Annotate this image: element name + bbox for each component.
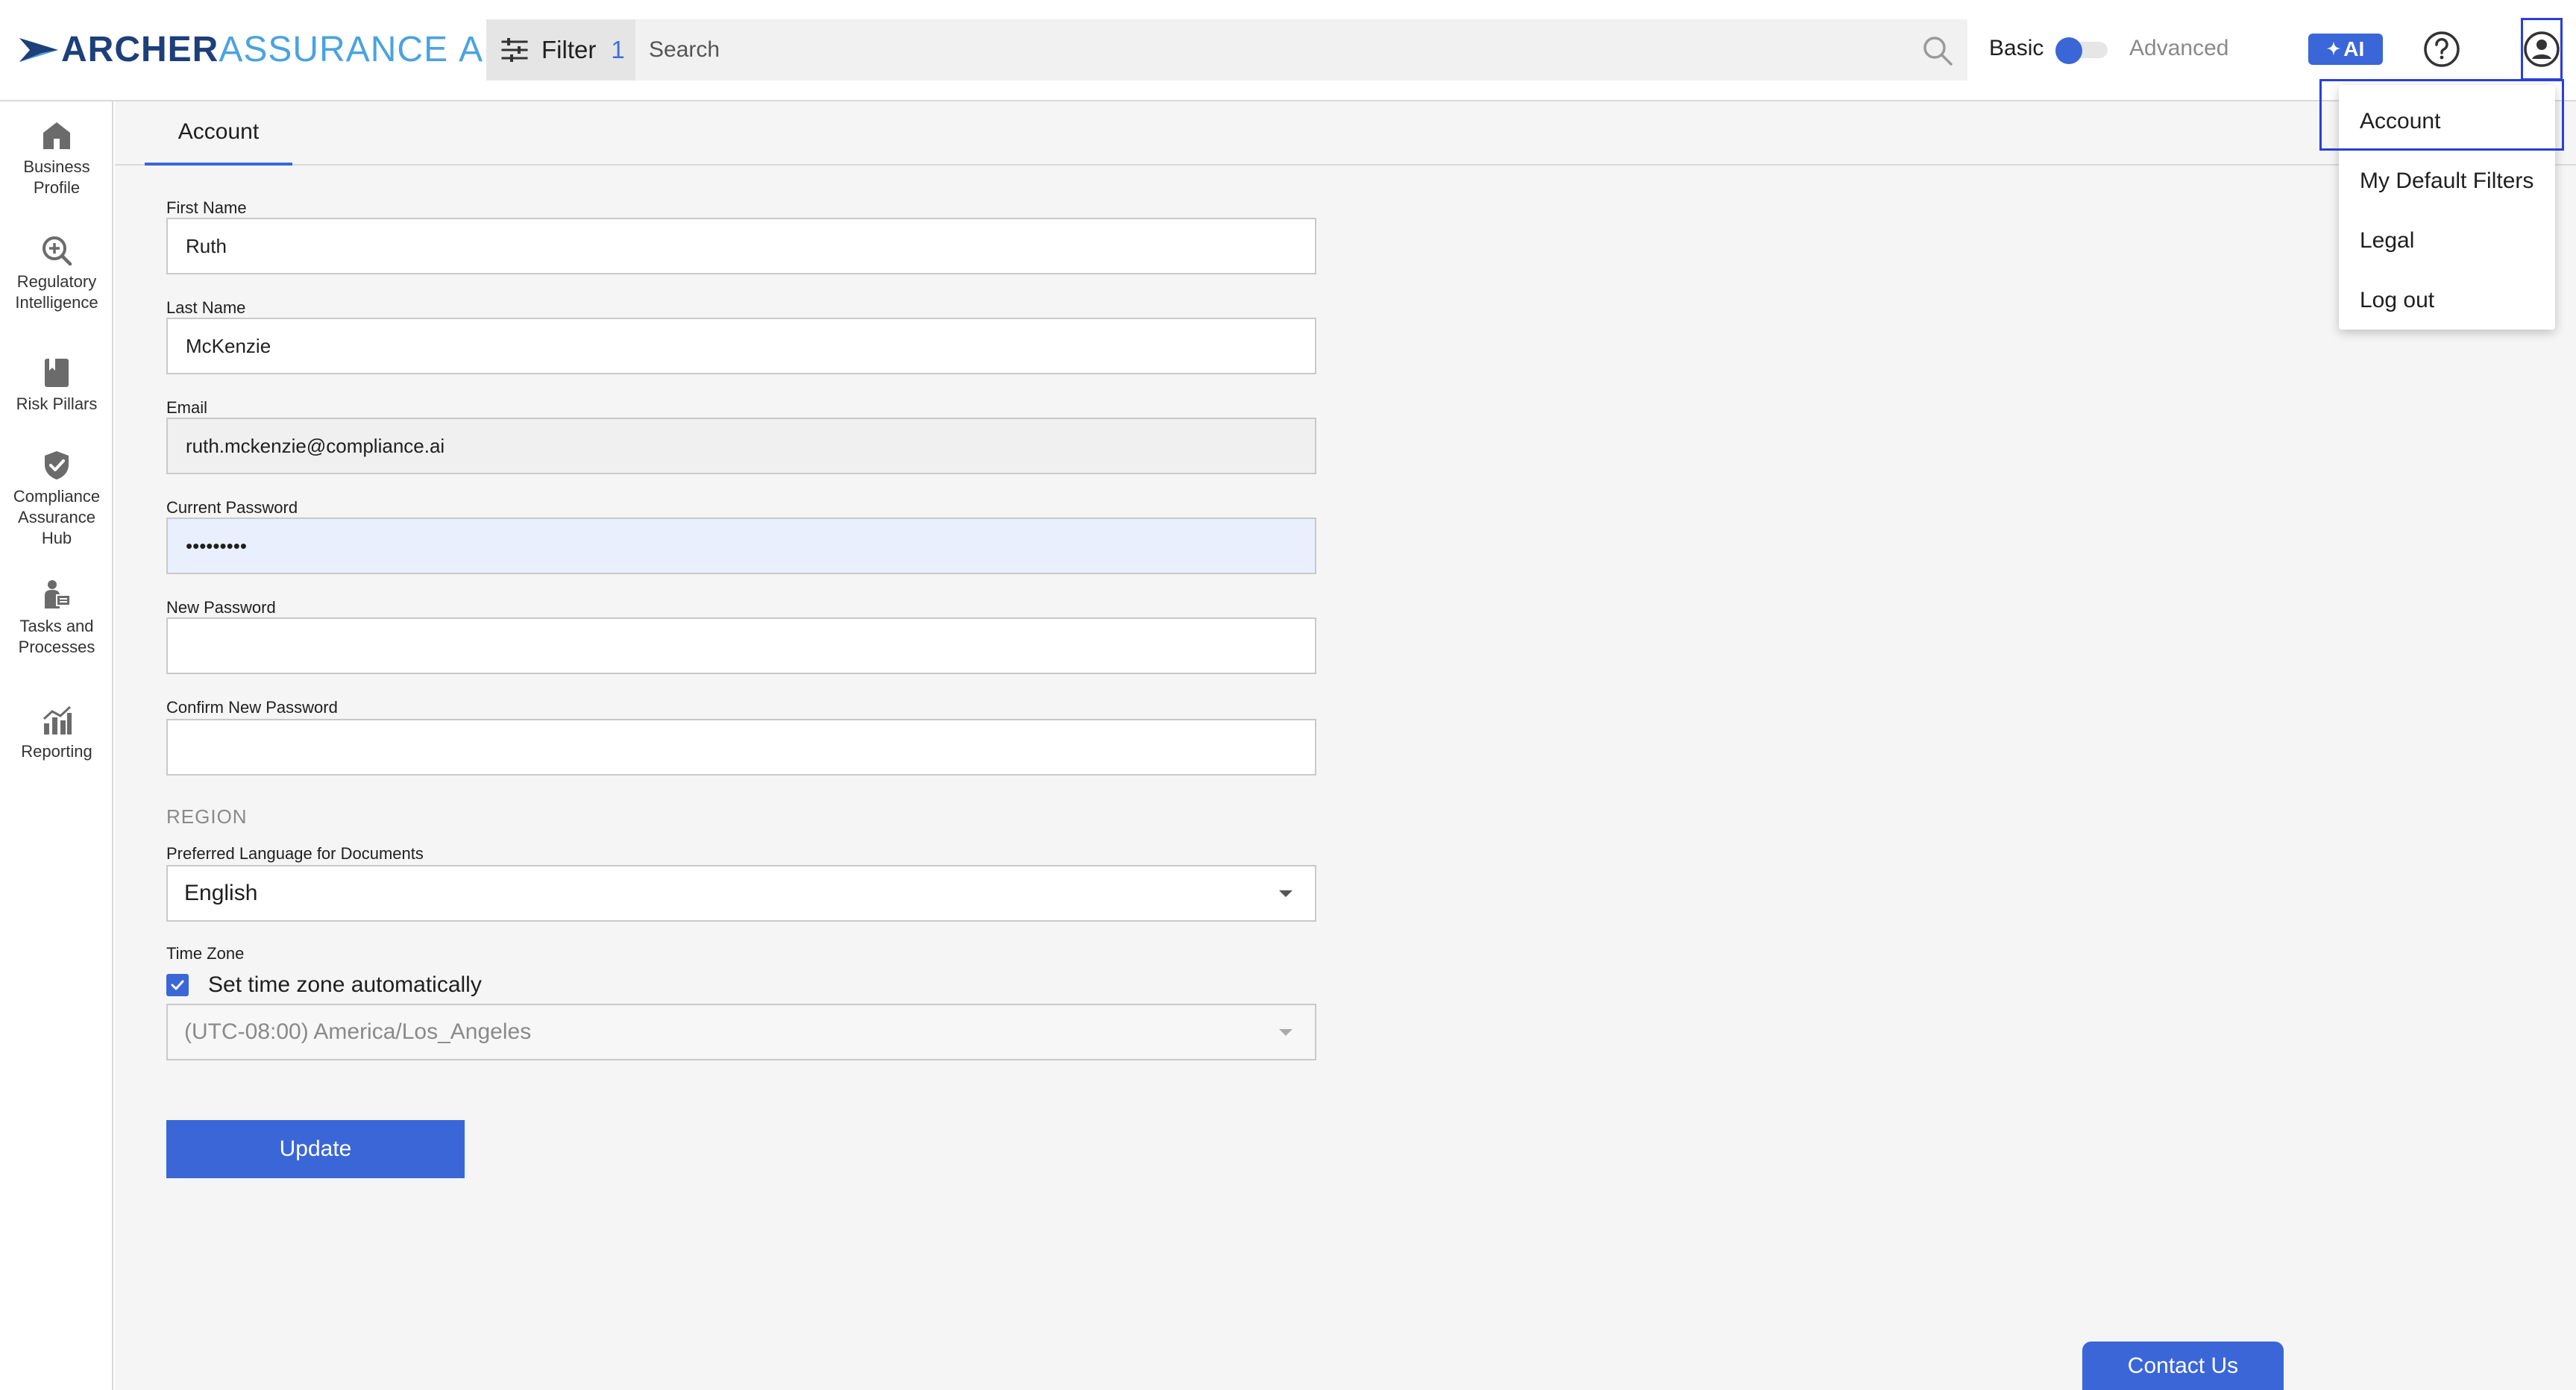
email-label: Email: [166, 398, 208, 417]
nav-tasks-and-processes[interactable]: Tasks and Processes: [0, 579, 113, 658]
last-name-field[interactable]: [166, 318, 1316, 374]
chart-icon: [43, 705, 72, 735]
nav-reporting[interactable]: Reporting: [0, 704, 113, 762]
menu-item-default-filters[interactable]: My Default Filters: [2360, 169, 2533, 194]
confirm-password-field[interactable]: [166, 719, 1316, 776]
new-password-label: New Password: [166, 598, 276, 617]
menu-item-log-out[interactable]: Log out: [2360, 288, 2434, 313]
nav-compliance-assurance-hub[interactable]: Compliance Assurance Hub: [0, 449, 113, 549]
sparkle-icon: ✦: [2326, 40, 2341, 58]
nav-label-line: Compliance: [13, 487, 101, 506]
nav-label-line: Assurance: [18, 508, 95, 526]
tab-bar: Account: [115, 101, 2576, 166]
nav-label-line: Tasks and: [19, 617, 94, 635]
mode-basic-label[interactable]: Basic: [1989, 36, 2043, 61]
main-content: Account First Name Last Name Email Curre…: [115, 101, 2576, 1390]
time-zone-select-value: (UTC-08:00) America/Los_Angeles: [184, 1019, 532, 1044]
current-password-field[interactable]: [166, 518, 1316, 574]
nav-label-line: Intelligence: [15, 293, 98, 312]
chevron-down-icon: [1279, 890, 1292, 897]
top-bar: ARCHERASSURANCEAI Filter 1 Basic: [0, 0, 2576, 101]
user-account-icon: [2524, 31, 2560, 67]
logo-text-archer: ARCHER: [61, 30, 219, 69]
toggle-knob: [2055, 37, 2082, 64]
new-password-field[interactable]: [166, 617, 1316, 674]
help-icon[interactable]: [2422, 30, 2461, 69]
current-password-label: Current Password: [166, 498, 298, 517]
shield-check-icon: [45, 451, 69, 479]
nav-risk-pillars[interactable]: Risk Pillars: [0, 356, 113, 415]
user-menu-button[interactable]: [2521, 18, 2563, 81]
tab-account[interactable]: Account: [145, 101, 292, 166]
confirm-password-label: Confirm New Password: [166, 698, 338, 717]
language-select[interactable]: English: [166, 865, 1316, 922]
update-button[interactable]: Update: [166, 1120, 465, 1178]
nav-regulatory-intelligence[interactable]: Regulatory Intelligence: [0, 234, 113, 313]
nav-label-line: Regulatory: [16, 272, 97, 291]
filter-count-badge: 1: [611, 36, 625, 63]
ai-button-label: AI: [2343, 37, 2365, 60]
first-name-label: First Name: [166, 198, 247, 217]
menu-item-legal[interactable]: Legal: [2360, 228, 2414, 254]
search-icon[interactable]: [1920, 33, 1955, 69]
language-select-value: English: [184, 881, 258, 905]
region-heading: REGION: [166, 805, 248, 828]
person-task-icon: [45, 580, 71, 608]
filter-sliders-icon: [501, 38, 528, 62]
logo-chevron-icon: [19, 38, 58, 62]
nav-business-profile[interactable]: Business Profile: [0, 119, 113, 198]
nav-label-line: Reporting: [21, 742, 92, 761]
home-icon: [43, 122, 70, 149]
mode-toggle[interactable]: [2055, 37, 2111, 64]
app-logo[interactable]: ARCHERASSURANCE AI: [19, 28, 494, 72]
time-zone-select: (UTC-08:00) America/Los_Angeles: [166, 1004, 1316, 1060]
checkmark-icon: [171, 980, 184, 990]
filter-label: Filter: [541, 36, 597, 63]
auto-time-zone-checkbox-row[interactable]: Set time zone automatically: [166, 972, 482, 999]
logo-text-assurance: ASSURANCE: [219, 30, 449, 69]
last-name-label: Last Name: [166, 298, 246, 317]
mode-advanced-label[interactable]: Advanced: [2129, 36, 2228, 61]
email-field: [166, 418, 1316, 474]
language-label: Preferred Language for Documents: [166, 844, 424, 863]
auto-time-zone-label: Set time zone automatically: [208, 972, 482, 997]
filter-button[interactable]: Filter 1: [486, 19, 635, 81]
time-zone-label: Time Zone: [166, 944, 245, 963]
search-plus-icon: [43, 236, 72, 266]
chevron-down-icon: [1279, 1029, 1292, 1036]
menu-item-account[interactable]: Account: [2360, 109, 2440, 134]
nav-label-line: Risk Pillars: [16, 394, 98, 413]
user-dropdown-menu: Account My Default Filters Legal Log out: [2339, 85, 2555, 330]
search-input[interactable]: [635, 19, 1967, 81]
first-name-field[interactable]: [166, 218, 1316, 274]
nav-label-line: Profile: [33, 178, 81, 197]
left-navigation: Business Profile Regulatory Intelligence R…: [0, 101, 113, 1390]
auto-time-zone-checkbox[interactable]: [166, 974, 189, 996]
contact-us-button[interactable]: Contact Us: [2082, 1342, 2284, 1390]
book-icon: [45, 359, 69, 387]
nav-label-line: Business: [23, 157, 90, 176]
nav-label-line: Processes: [18, 638, 95, 656]
ai-assistant-button[interactable]: ✦ AI: [2308, 34, 2383, 65]
page: ARCHERASSURANCEAI Filter 1 Basic: [0, 0, 2576, 1390]
nav-label-line: Hub: [41, 529, 72, 547]
